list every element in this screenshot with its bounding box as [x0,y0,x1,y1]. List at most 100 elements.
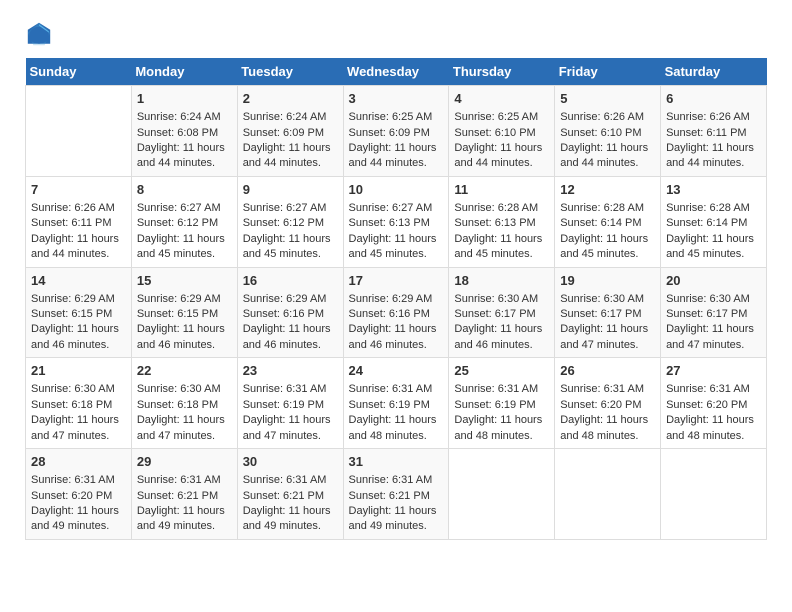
day-number: 22 [137,362,232,380]
sunset-text: Sunset: 6:11 PM [31,216,126,231]
sunrise-text: Sunrise: 6:26 AM [560,110,655,125]
calendar-cell: 26 Sunrise: 6:31 AMSunset: 6:20 PMDayligh… [555,358,661,449]
day-number: 1 [137,90,232,108]
day-number: 12 [560,181,655,199]
sunset-text: Sunset: 6:18 PM [31,398,126,413]
daylight-text: Daylight: 11 hours and 45 minutes. [243,232,338,263]
calendar-cell: 29Sunrise: 6:31 AMSunset: 6:21 PMDayligh… [131,449,237,540]
day-number: 6 [666,90,761,108]
day-number: 31 [349,453,444,471]
sunrise-text: Sunrise: 6:31 AM [560,382,655,397]
sunrise-text: Sunrise: 6:31 AM [31,473,126,488]
daylight-text: Daylight: 11 hours and 46 minutes. [243,322,338,353]
week-row-5: 28Sunrise: 6:31 AMSunset: 6:20 PMDayligh… [26,449,767,540]
sunrise-text: Sunrise: 6:31 AM [454,382,549,397]
daylight-text: Daylight: 11 hours and 47 minutes. [243,413,338,444]
day-number: 28 [31,453,126,471]
daylight-text: Daylight: 11 hours and 49 minutes. [31,504,126,535]
sunset-text: Sunset: 6:17 PM [454,307,549,322]
day-number: 29 [137,453,232,471]
daylight-text: Daylight: 11 hours and 49 minutes. [349,504,444,535]
sunset-text: Sunset: 6:19 PM [243,398,338,413]
calendar-cell: 22Sunrise: 6:30 AMSunset: 6:18 PMDayligh… [131,358,237,449]
day-header-thursday: Thursday [449,58,555,86]
calendar-cell: 5Sunrise: 6:26 AMSunset: 6:10 PMDaylight… [555,86,661,177]
daylight-text: Daylight: 11 hours and 45 minutes. [560,232,655,263]
day-number: 7 [31,181,126,199]
logo [25,20,57,48]
day-number: 15 [137,272,232,290]
daylight-text: Daylight: 11 hours and 48 minutes. [560,413,655,444]
sunset-text: Sunset: 6:14 PM [560,216,655,231]
logo-icon [25,20,53,48]
sunrise-text: Sunrise: 6:26 AM [31,201,126,216]
day-header-saturday: Saturday [661,58,767,86]
sunset-text: Sunset: 6:14 PM [666,216,761,231]
calendar-table: SundayMondayTuesdayWednesdayThursdayFrid… [25,58,767,540]
daylight-text: Daylight: 11 hours and 46 minutes. [454,322,549,353]
calendar-cell: 28 Sunrise: 6:31 AMSunset: 6:20 PMDayligh… [26,449,132,540]
page-header [25,20,767,48]
daylight-text: Daylight: 11 hours and 45 minutes. [349,232,444,263]
calendar-cell: 21Sunrise: 6:30 AMSunset: 6:18 PMDayligh… [26,358,132,449]
calendar-cell: 2Sunrise: 6:24 AMSunset: 6:09 PMDaylight… [237,86,343,177]
day-number: 10 [349,181,444,199]
day-number: 17 [349,272,444,290]
day-header-tuesday: Tuesday [237,58,343,86]
day-number: 19 [560,272,655,290]
day-number: 3 [349,90,444,108]
sunrise-text: Sunrise: 6:24 AM [243,110,338,125]
sunrise-text: Sunrise: 6:27 AM [137,201,232,216]
sunset-text: Sunset: 6:13 PM [349,216,444,231]
sunrise-text: Sunrise: 6:29 AM [31,292,126,307]
sunrise-text: Sunrise: 6:28 AM [454,201,549,216]
daylight-text: Daylight: 11 hours and 46 minutes. [137,322,232,353]
week-row-2: 7 Sunrise: 6:26 AMSunset: 6:11 PM Daylight… [26,176,767,267]
sunrise-text: Sunrise: 6:30 AM [137,382,232,397]
calendar-cell: 3Sunrise: 6:25 AMSunset: 6:09 PMDaylight… [343,86,449,177]
calendar-cell: 6Sunrise: 6:26 AMSunset: 6:11 PMDaylight… [661,86,767,177]
sunset-text: Sunset: 6:16 PM [349,307,444,322]
calendar-header-row: SundayMondayTuesdayWednesdayThursdayFrid… [26,58,767,86]
calendar-cell: 20Sunrise: 6:30 AMSunset: 6:17 PMDayligh… [661,267,767,358]
sunrise-text: Sunrise: 6:25 AM [454,110,549,125]
day-number: 11 [454,181,549,199]
sunrise-text: Sunrise: 6:31 AM [137,473,232,488]
sunrise-text: Sunrise: 6:29 AM [349,292,444,307]
daylight-text: Daylight: 11 hours and 49 minutes. [137,504,232,535]
calendar-cell: 27Sunrise: 6:31 AMSunset: 6:20 PMDayligh… [661,358,767,449]
daylight-text: Daylight: 11 hours and 45 minutes. [137,232,232,263]
sunrise-text: Sunrise: 6:27 AM [243,201,338,216]
sunset-text: Sunset: 6:21 PM [243,489,338,504]
day-number: 9 [243,181,338,199]
day-number: 30 [243,453,338,471]
day-number: 26 [560,362,655,380]
sunrise-text: Sunrise: 6:30 AM [666,292,761,307]
sunset-text: Sunset: 6:15 PM [31,307,126,322]
calendar-cell [26,86,132,177]
sunrise-text: Sunrise: 6:29 AM [137,292,232,307]
calendar-cell: 19Sunrise: 6:30 AMSunset: 6:17 PMDayligh… [555,267,661,358]
sunset-text: Sunset: 6:10 PM [454,126,549,141]
sunset-text: Sunset: 6:21 PM [349,489,444,504]
day-header-friday: Friday [555,58,661,86]
sunset-text: Sunset: 6:20 PM [560,398,655,413]
calendar-cell: 30Sunrise: 6:31 AMSunset: 6:21 PMDayligh… [237,449,343,540]
daylight-text: Daylight: 11 hours and 46 minutes. [349,322,444,353]
calendar-cell: 4Sunrise: 6:25 AMSunset: 6:10 PMDaylight… [449,86,555,177]
day-number: 18 [454,272,549,290]
sunset-text: Sunset: 6:09 PM [349,126,444,141]
day-number: 14 [31,272,126,290]
daylight-text: Daylight: 11 hours and 44 minutes. [560,141,655,172]
day-number: 23 [243,362,338,380]
calendar-cell: 16Sunrise: 6:29 AMSunset: 6:16 PMDayligh… [237,267,343,358]
sunrise-text: Sunrise: 6:25 AM [349,110,444,125]
sunset-text: Sunset: 6:20 PM [31,489,126,504]
sunrise-text: Sunrise: 6:31 AM [243,382,338,397]
week-row-3: 14Sunrise: 6:29 AMSunset: 6:15 PMDayligh… [26,267,767,358]
sunset-text: Sunset: 6:18 PM [137,398,232,413]
calendar-cell: 12Sunrise: 6:28 AMSunset: 6:14 PMDayligh… [555,176,661,267]
daylight-text: Daylight: 11 hours and 49 minutes. [243,504,338,535]
daylight-text: Daylight: 11 hours and 45 minutes. [666,232,761,263]
daylight-text: Daylight: 11 hours and 46 minutes. [31,322,126,353]
